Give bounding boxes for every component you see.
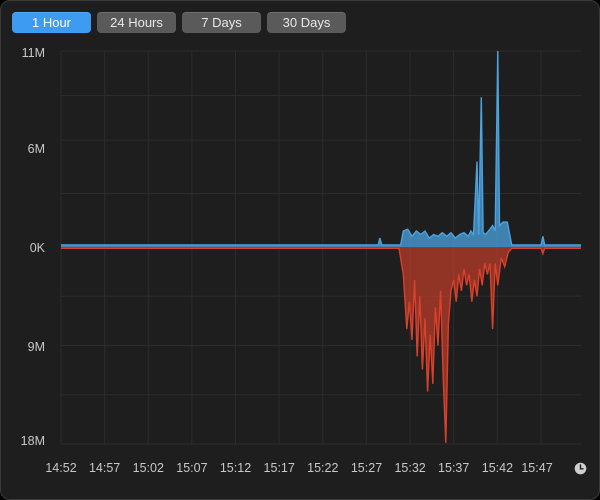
y-tick-label: 9M <box>28 340 45 354</box>
y-tick-label: 18M <box>21 434 45 448</box>
x-tick-label: 15:12 <box>220 461 251 475</box>
y-tick-label: 6M <box>28 142 45 156</box>
x-tick-label: 14:52 <box>45 461 76 475</box>
x-tick-label: 15:17 <box>264 461 295 475</box>
x-tick-label: 15:27 <box>351 461 382 475</box>
y-axis-labels: 11M 6M 0K 9M 18M <box>21 46 46 448</box>
x-axis-labels: 14:52 14:57 15:02 15:07 15:12 15:17 15:2… <box>45 461 552 475</box>
x-tick-label: 14:57 <box>89 461 120 475</box>
received-area <box>61 51 581 247</box>
x-tick-label: 15:42 <box>482 461 513 475</box>
bandwidth-chart: 11M 6M 0K 9M 18M 14:52 14:57 15:02 15:07… <box>21 46 581 475</box>
x-tick-label: 15:37 <box>438 461 469 475</box>
chart-areas <box>61 50 581 443</box>
sent-area <box>61 247 581 443</box>
received-line <box>61 50 581 246</box>
x-tick-label: 15:02 <box>133 461 164 475</box>
y-tick-label: 0K <box>30 241 46 255</box>
x-tick-label: 15:32 <box>394 461 425 475</box>
bandwidth-window: 1 Hour 24 Hours 7 Days 30 Days 11M 6M 0K… <box>0 0 600 500</box>
clock-icon[interactable] <box>574 462 587 475</box>
x-tick-label: 15:07 <box>176 461 207 475</box>
y-tick-label: 11M <box>22 46 45 60</box>
x-tick-label: 15:47 <box>521 461 552 475</box>
x-tick-label: 15:22 <box>307 461 338 475</box>
